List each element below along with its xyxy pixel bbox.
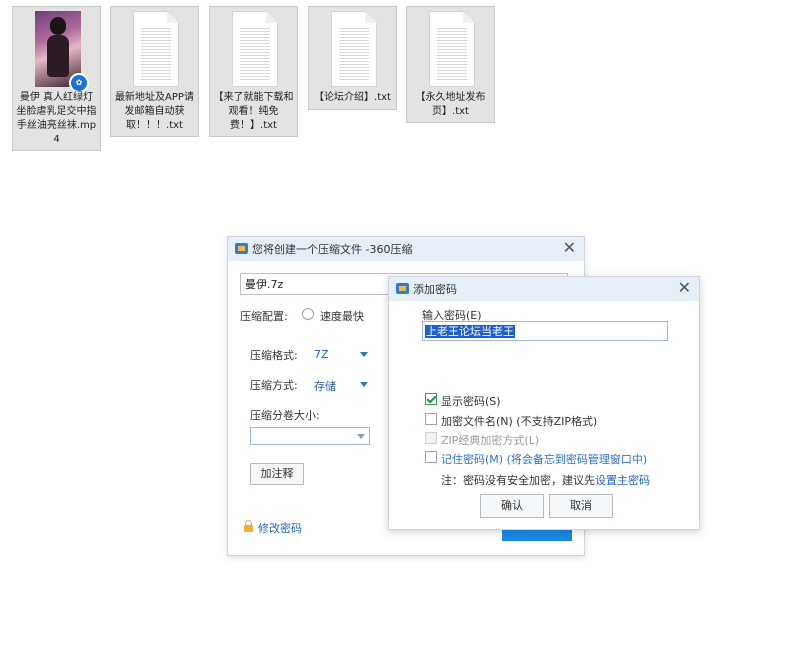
method-label: 压缩方式: xyxy=(250,379,298,392)
close-icon[interactable]: ✕ xyxy=(563,238,576,258)
360zip-logo-icon xyxy=(396,283,409,294)
split-label: 压缩分卷大小: xyxy=(250,409,320,422)
show-password-label: 显示密码(S) xyxy=(441,395,501,408)
show-password-checkbox[interactable] xyxy=(425,393,437,405)
chevron-down-icon[interactable] xyxy=(360,382,368,387)
chevron-down-icon xyxy=(357,434,365,439)
dialog-titlebar: 添加密码 ✕ xyxy=(389,277,699,301)
set-master-password-link[interactable]: 设置主密码 xyxy=(595,474,650,487)
text-file-icon xyxy=(232,11,278,87)
add-comment-button[interactable]: 加注释 xyxy=(250,463,304,485)
file-name: 【永久地址发布页】.txt xyxy=(415,92,486,117)
text-file-icon xyxy=(429,11,475,87)
close-icon[interactable]: ✕ xyxy=(678,278,691,298)
security-note: 注：密码没有安全加密，建议先设置主密码 xyxy=(441,474,650,487)
encrypt-filenames-label: 加密文件名(N) (不支持ZIP格式) xyxy=(441,415,598,428)
password-input[interactable]: 上老王论坛当老王 xyxy=(422,321,668,341)
config-label: 压缩配置: xyxy=(240,310,288,323)
split-size-select[interactable] xyxy=(250,427,370,445)
360zip-logo-icon xyxy=(235,243,248,254)
file-name: 【来了就能下载和观看！纯免费！】.txt xyxy=(213,92,294,131)
add-password-dialog: 添加密码 ✕ 输入密码(E) 上老王论坛当老王 显示密码(S) 加密文件名(N)… xyxy=(388,276,700,530)
file-name: 【论坛介绍】.txt xyxy=(314,92,391,103)
text-file-icon xyxy=(133,11,179,87)
file-name: 最新地址及APP请发邮箱自动获取！！！.txt xyxy=(115,92,194,131)
speed-radio[interactable] xyxy=(302,308,314,320)
encrypt-filenames-checkbox[interactable] xyxy=(425,413,437,425)
speed-option-label: 速度最快 xyxy=(320,310,364,323)
dialog-title: 添加密码 xyxy=(413,283,457,296)
format-select[interactable]: 7Z xyxy=(314,348,329,361)
zip-classic-checkbox xyxy=(425,432,437,444)
confirm-button[interactable]: 确认 xyxy=(480,494,544,518)
format-label: 压缩格式: xyxy=(250,349,298,362)
file-tile-txt[interactable]: 【来了就能下载和观看！纯免费！】.txt xyxy=(209,6,298,137)
file-tile-txt[interactable]: 最新地址及APP请发邮箱自动获取！！！.txt xyxy=(110,6,199,137)
file-tile-video[interactable]: ✿ 曼伊 真人红绿灯坐脸虐乳足交中指手丝油亮丝袜.mp4 xyxy=(12,6,101,151)
video-thumbnail: ✿ xyxy=(35,11,89,93)
change-password-link[interactable]: 修改密码 xyxy=(258,520,302,536)
remember-password-label: 记住密码(M) (将会备忘到密码管理窗口中) xyxy=(441,453,648,466)
file-tile-txt[interactable]: 【永久地址发布页】.txt xyxy=(406,6,495,123)
video-badge-icon: ✿ xyxy=(69,73,89,93)
file-name: 曼伊 真人红绿灯坐脸虐乳足交中指手丝油亮丝袜.mp4 xyxy=(16,92,97,145)
text-file-icon xyxy=(331,11,377,87)
file-tile-txt[interactable]: 【论坛介绍】.txt xyxy=(308,6,397,110)
method-select[interactable]: 存储 xyxy=(314,378,336,394)
password-text: 上老王论坛当老王 xyxy=(425,325,515,338)
dialog-titlebar: 您将创建一个压缩文件 -360压缩 ✕ xyxy=(228,237,584,261)
zip-classic-label: ZIP经典加密方式(L) xyxy=(441,434,540,447)
lock-icon xyxy=(244,520,253,532)
remember-password-checkbox[interactable] xyxy=(425,451,437,463)
cancel-button[interactable]: 取消 xyxy=(549,494,613,518)
chevron-down-icon[interactable] xyxy=(360,352,368,357)
dialog-title: 您将创建一个压缩文件 -360压缩 xyxy=(252,243,413,256)
